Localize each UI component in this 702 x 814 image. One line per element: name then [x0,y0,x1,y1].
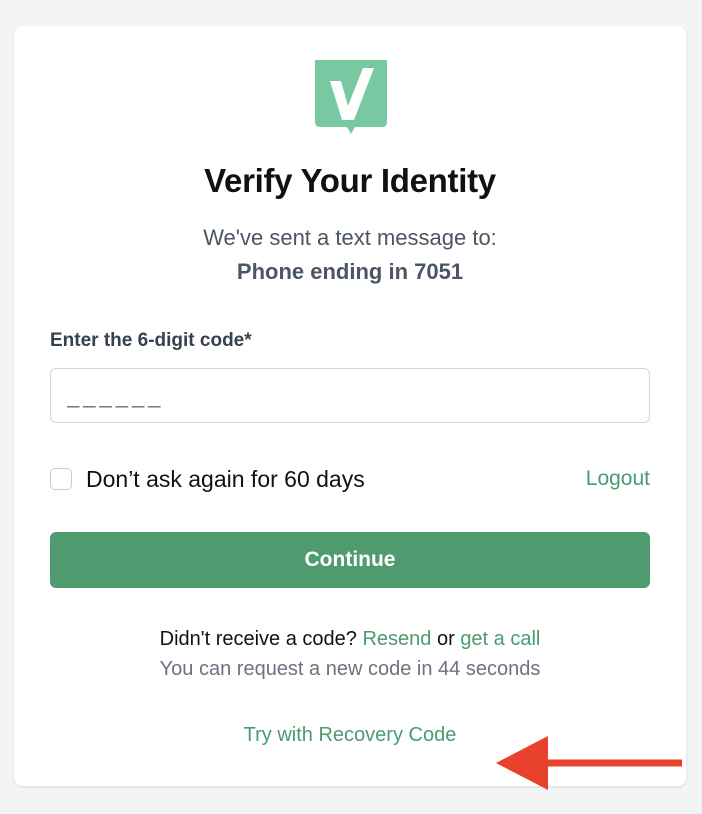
resend-countdown: You can request a new code in 44 seconds [159,658,541,680]
resend-prompt: Didn't receive a code? [159,628,357,650]
resend-line: Didn't receive a code? Resend or get a c… [14,628,686,651]
continue-button[interactable]: Continue [50,532,650,588]
or-text: or [436,628,455,650]
code-label: Enter the 6-digit code* [50,330,252,351]
resend-link[interactable]: Resend [362,628,431,650]
remember-device-option[interactable]: Don’t ask again for 60 days [50,465,365,493]
remember-checkbox[interactable] [50,468,72,490]
page-title: Verify Your Identity [204,162,496,199]
red-arrow-left-icon [496,736,682,790]
sent-message-text: We've sent a text message to: [203,225,497,250]
logout-link[interactable]: Logout [586,467,650,491]
get-a-call-link[interactable]: get a call [460,628,540,650]
checkmark-logo-icon [315,60,387,134]
remember-label[interactable]: Don’t ask again for 60 days [86,466,365,493]
verify-card: Verify Your Identity We've sent a text m… [14,26,686,790]
phone-ending-text: Phone ending in 7051 [236,259,464,284]
verification-code-input[interactable] [50,368,650,423]
